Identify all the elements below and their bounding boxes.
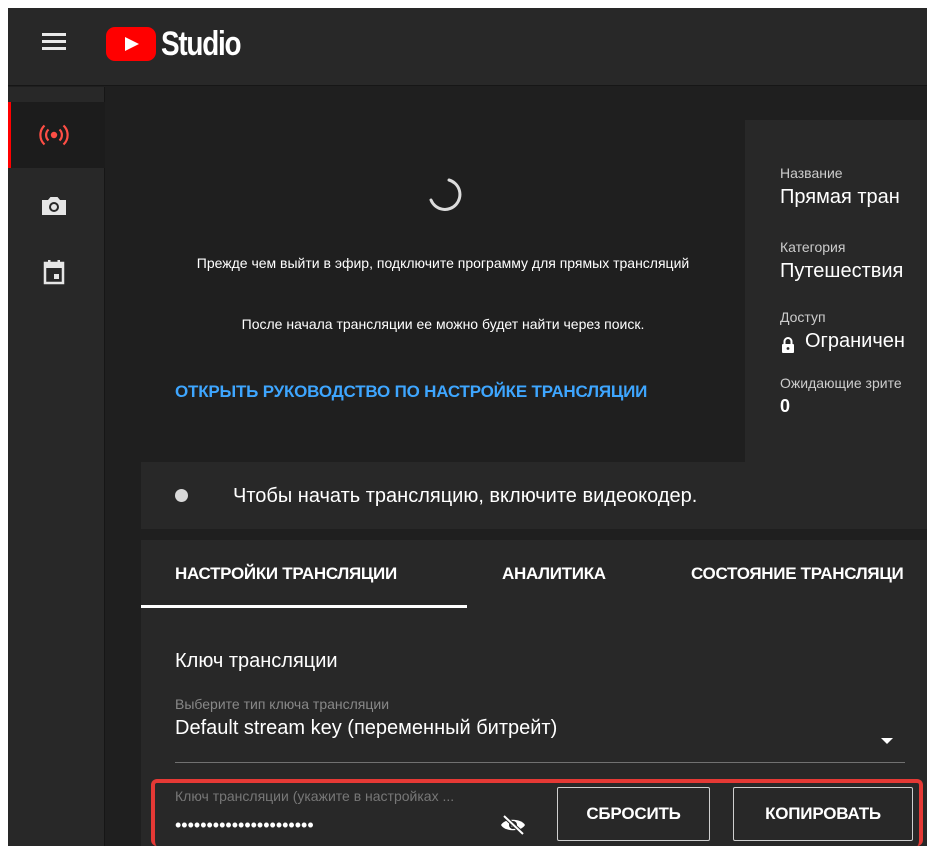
viewers-value: 0 [780,396,791,416]
stream-key-type-value: Default stream key (переменный битрейт) [175,717,558,739]
reset-key-button[interactable]: СБРОСИТЬ [557,787,710,841]
stream-key-label: Ключ трансляции (укажите в настройках ..… [175,788,455,804]
category-value: Путешествия [780,260,904,282]
top-bar: Studio [8,8,927,86]
search-availability-message: После начала трансляции ее можно будет н… [241,316,645,332]
copy-key-button[interactable]: КОПИРОВАТЬ [733,787,913,841]
calendar-icon [43,260,65,285]
studio-window: Studio Прежде чем выйти в эфир, подключи… [8,8,927,846]
title-label: Название [780,165,843,181]
access-value: Ограничен [805,330,905,352]
nav-item-live[interactable] [8,102,105,168]
stream-key-section-title: Ключ трансляции [175,650,338,672]
status-text: Чтобы начать трансляцию, включите видеок… [233,485,698,507]
hamburger-menu-icon[interactable] [42,32,68,52]
lock-icon [782,337,794,353]
stream-preview: Прежде чем выйти в эфир, подключите прог… [141,126,745,462]
tab-stream-settings[interactable]: НАСТРОЙКИ ТРАНСЛЯЦИИ [175,564,397,584]
connect-encoder-message: Прежде чем выйти в эфир, подключите прог… [196,255,690,271]
nav-item-calendar[interactable] [8,239,105,305]
title-value: Прямая тран [780,186,900,208]
stream-key-type-label: Выберите тип ключа трансляции [175,696,390,712]
loading-spinner-icon [429,178,462,211]
logo-text: Studio [161,24,242,63]
setup-guide-link[interactable]: ОТКРЫТЬ РУКОВОДСТВО ПО НАСТРОЙКЕ ТРАНСЛЯ… [175,382,647,402]
encoder-status-bar: Чтобы начать трансляцию, включите видеок… [141,462,927,529]
select-underline [175,762,905,763]
status-indicator-dot [175,489,188,502]
viewers-label: Ожидающие зрите [780,375,902,391]
access-label: Доступ [780,309,826,325]
stream-key-input[interactable]: •••••••••••••••••••••• [175,815,314,836]
tab-stream-health[interactable]: СОСТОЯНИЕ ТРАНСЛЯЦИ [691,564,904,584]
left-nav [8,87,105,846]
tab-analytics[interactable]: АНАЛИТИКА [502,564,606,584]
studio-logo[interactable]: Studio [106,24,258,64]
youtube-play-logo-icon [106,27,156,61]
eye-slash-icon[interactable] [499,814,527,836]
stream-info-panel: Название Прямая тран Категория Путешеств… [745,120,927,462]
tab-bar: НАСТРОЙКИ ТРАНСЛЯЦИИ АНАЛИТИКА СОСТОЯНИЕ… [141,540,927,608]
category-label: Категория [780,239,846,255]
nav-item-camera[interactable] [8,173,105,239]
camera-icon [42,197,66,215]
live-broadcast-icon [39,124,69,146]
stream-settings-panel: Ключ трансляции Выберите тип ключа транс… [141,608,927,846]
dropdown-arrow-icon [881,738,893,744]
